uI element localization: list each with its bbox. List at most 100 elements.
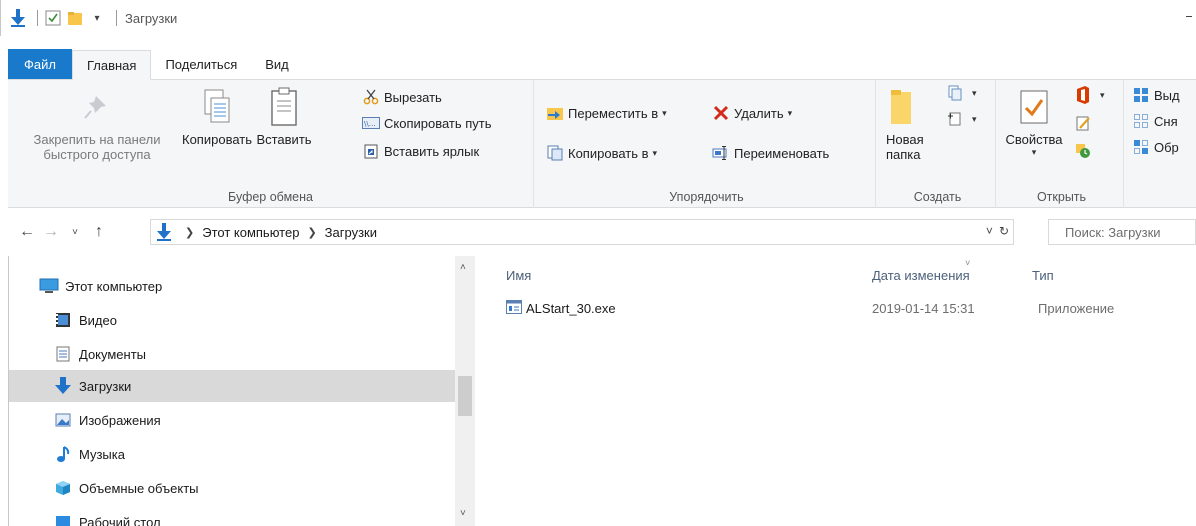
nav-item-desktop[interactable]: Рабочий стол <box>9 506 457 526</box>
tab-share[interactable]: Поделиться <box>151 49 251 79</box>
recent-locations-chevron-icon[interactable]: ˅ <box>64 221 86 243</box>
select-none-label: Сня <box>1154 113 1178 129</box>
computer-icon <box>39 277 59 295</box>
copy-path-button[interactable]: \\… Скопировать путь <box>362 112 492 134</box>
table-row[interactable]: ALStart_30.exe 2019-01-14 15:31 Приложен… <box>506 296 1166 320</box>
new-folder-label-line1: Новая <box>886 132 924 147</box>
paste-shortcut-icon <box>362 142 380 160</box>
nav-item-label: Объемные объекты <box>79 480 199 496</box>
move-to-button[interactable]: Переместить в ▾ <box>546 102 667 124</box>
documents-icon <box>53 345 73 363</box>
up-arrow-icon[interactable]: ↑ <box>88 221 110 243</box>
chevron-down-icon: ▾ <box>972 113 977 124</box>
downloads-arrow-icon <box>157 223 171 241</box>
scissors-icon <box>362 88 380 106</box>
chevron-down-icon: ▾ <box>972 87 977 98</box>
downloads-arrow-icon[interactable] <box>9 8 27 28</box>
column-header-date[interactable]: Дата изменения <box>872 268 970 283</box>
nav-item-label: Рабочий стол <box>79 514 161 526</box>
copy-label: Копировать <box>182 132 252 147</box>
pictures-icon <box>53 411 73 429</box>
column-header-name[interactable]: Имя <box>506 268 531 283</box>
chevron-down-icon: ▾ <box>652 147 658 158</box>
nav-item-downloads[interactable]: Загрузки <box>9 370 457 402</box>
desktop-icon <box>53 513 73 526</box>
new-folder-button[interactable]: Новая папка <box>886 86 934 162</box>
address-bar[interactable]: ❯ Этот компьютер ❯ Загрузки ˅ ↻ <box>150 219 1014 245</box>
new-folder-icon[interactable] <box>66 8 84 28</box>
cut-label: Вырезать <box>384 89 442 105</box>
paste-shortcut-button[interactable]: Вставить ярлык <box>362 140 479 162</box>
scroll-down-arrow-icon[interactable]: ˅ <box>460 508 466 519</box>
copy-button[interactable]: Копировать <box>182 86 252 147</box>
select-all-icon <box>1132 86 1150 104</box>
easy-access-button[interactable]: ▾ <box>946 108 977 130</box>
scroll-thumb[interactable] <box>458 376 472 416</box>
pin-icon <box>77 86 117 128</box>
nav-item-this-pc[interactable]: Этот компьютер <box>9 270 457 302</box>
copy-to-button[interactable]: Копировать в ▾ <box>546 142 657 164</box>
minimize-icon[interactable] <box>1186 16 1192 17</box>
tab-file[interactable]: Файл <box>8 49 72 79</box>
refresh-icon[interactable]: ↻ <box>999 224 1009 238</box>
nav-item-label: Изображения <box>79 412 161 428</box>
pin-label-line1: Закрепить на панели <box>33 132 161 147</box>
file-date: 2019-01-14 15:31 <box>872 300 975 316</box>
quick-access-dropdown-icon[interactable]: ▾ <box>88 8 106 28</box>
group-label-organize: Упорядочить <box>669 190 744 204</box>
rename-button[interactable]: Переименовать <box>712 142 829 164</box>
invert-selection-button[interactable]: Обр <box>1132 136 1179 158</box>
edit-button[interactable] <box>1074 112 1096 134</box>
move-to-label: Переместить в <box>568 105 659 121</box>
move-to-icon <box>546 104 564 122</box>
nav-item-label: Видео <box>79 312 117 328</box>
pin-quick-access-button[interactable]: Закрепить на панели быстрого доступа <box>12 86 182 162</box>
chevron-down-icon: ▾ <box>662 107 667 118</box>
properties-button[interactable]: Свойства ▾ <box>1002 86 1066 158</box>
nav-item-documents[interactable]: Документы <box>9 338 457 370</box>
title-bar: ▾ Загрузки <box>0 0 1196 36</box>
chevron-down-icon: ▾ <box>787 107 793 118</box>
back-arrow-icon[interactable]: ← <box>16 221 38 243</box>
group-organize: Переместить в ▾ Копировать в ▾ Удалить ▾… <box>538 80 876 208</box>
nav-item-3d-objects[interactable]: Объемные объекты <box>9 472 457 504</box>
office-icon <box>1074 86 1092 104</box>
nav-pane-scrollbar[interactable]: ˄ ˅ <box>455 256 475 526</box>
history-button[interactable] <box>1074 140 1096 162</box>
tab-home[interactable]: Главная <box>71 50 152 80</box>
delete-button[interactable]: Удалить ▾ <box>712 102 792 124</box>
group-label-open: Открыть <box>1036 190 1087 204</box>
easy-access-icon <box>946 110 964 128</box>
breadcrumb-chevron-icon[interactable]: ❯ <box>307 226 316 239</box>
separator <box>116 10 117 26</box>
search-input[interactable]: Поиск: Загрузки <box>1048 219 1196 245</box>
new-folder-label-line2: папка <box>886 147 921 162</box>
breadcrumb-this-pc[interactable]: Этот компьютер <box>202 225 299 240</box>
address-history-chevron-icon[interactable]: ˅ <box>986 224 993 238</box>
nav-item-video[interactable]: Видео <box>9 304 457 336</box>
breadcrumb-chevron-icon[interactable]: ❯ <box>185 226 194 239</box>
chevron-down-icon: ▾ <box>1100 89 1105 100</box>
scroll-up-arrow-icon[interactable]: ˄ <box>460 262 466 273</box>
column-header-type[interactable]: Тип <box>1032 268 1054 283</box>
select-all-button[interactable]: Выд <box>1132 84 1180 106</box>
exe-file-icon <box>506 300 522 314</box>
open-button[interactable]: ▾ <box>1074 84 1105 106</box>
select-none-icon <box>1132 112 1150 130</box>
forward-arrow-icon[interactable]: → <box>40 221 62 243</box>
rename-icon <box>712 144 730 162</box>
nav-item-label: Этот компьютер <box>65 278 163 294</box>
paste-button[interactable]: Вставить <box>252 86 316 147</box>
paste-shortcut-label: Вставить ярлык <box>384 143 480 159</box>
breadcrumb-downloads[interactable]: Загрузки <box>325 225 377 240</box>
pin-label-line2: быстрого доступа <box>43 147 151 162</box>
properties-check-icon[interactable] <box>44 8 62 28</box>
nav-item-music[interactable]: Музыка <box>9 438 457 470</box>
new-item-button[interactable]: ▾ <box>946 82 977 104</box>
tab-view[interactable]: Вид <box>251 49 303 79</box>
copy-icon <box>197 86 237 128</box>
cut-button[interactable]: Вырезать <box>362 86 442 108</box>
nav-item-label: Музыка <box>79 446 125 462</box>
nav-item-pictures[interactable]: Изображения <box>9 404 457 436</box>
select-none-button[interactable]: Сня <box>1132 110 1178 132</box>
